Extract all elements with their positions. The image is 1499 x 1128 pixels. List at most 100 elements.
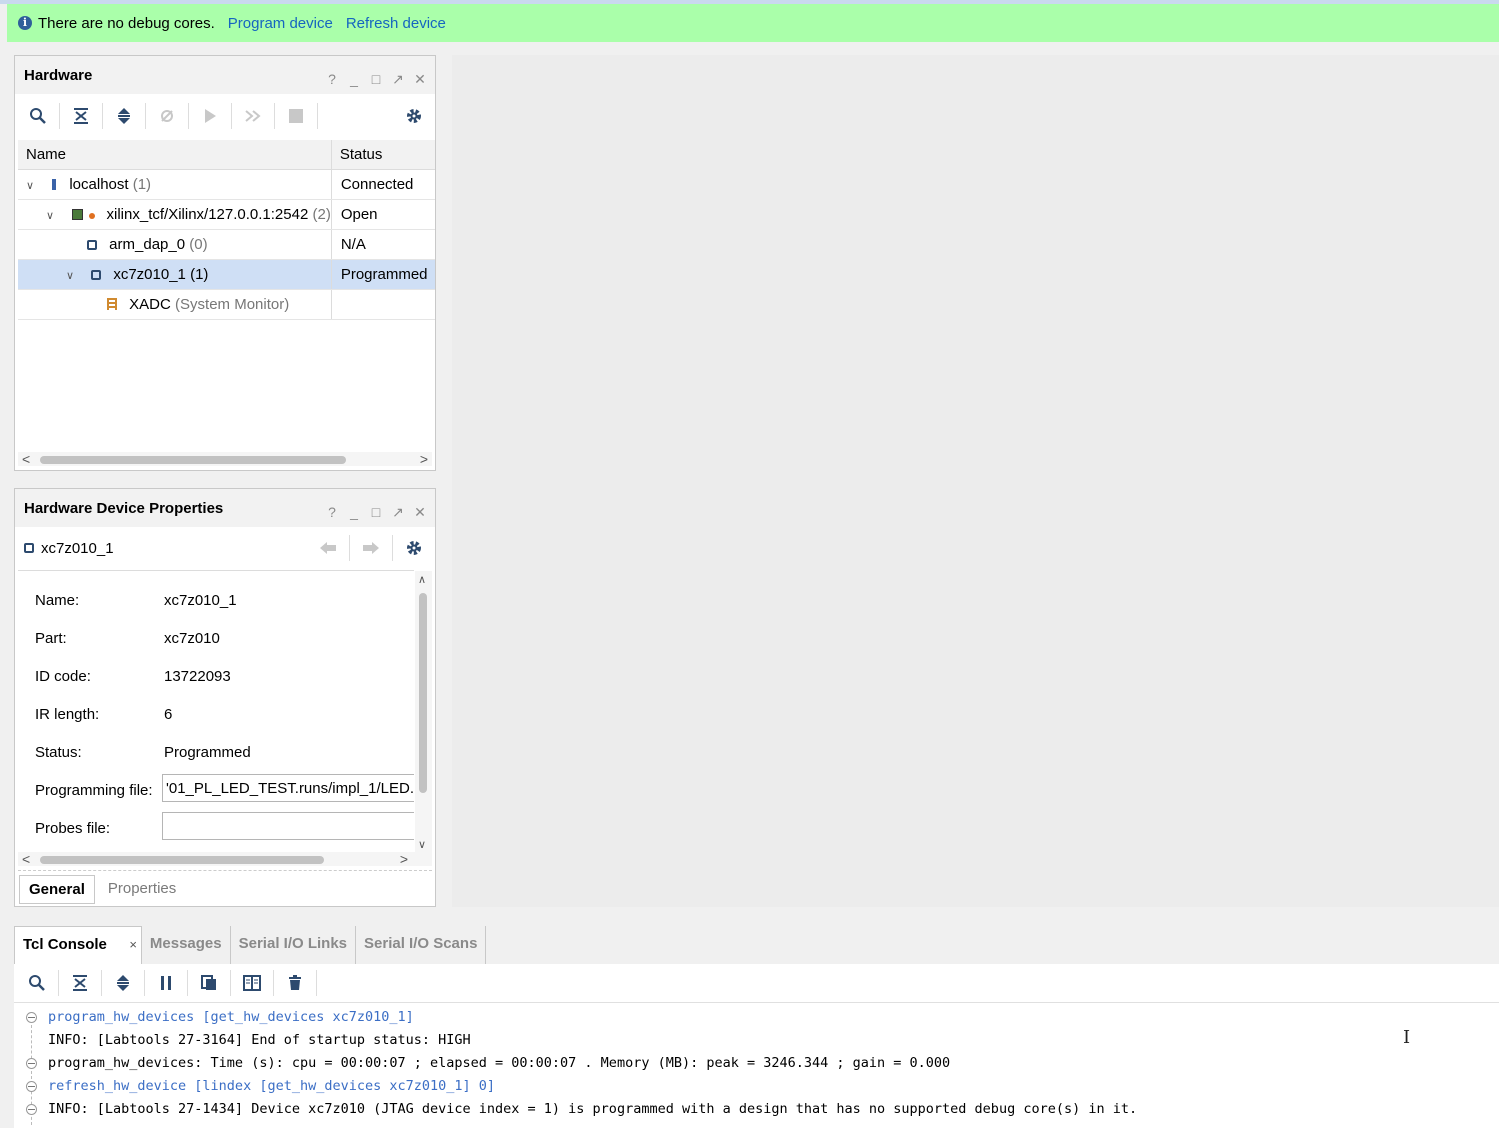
console-line: program_hw_devices [get_hw_devices xc7z0…: [48, 1009, 414, 1025]
collapse-all-icon[interactable]: [67, 970, 93, 996]
maximize-icon[interactable]: □: [369, 72, 383, 86]
tree-row-status: Programmed: [331, 259, 435, 290]
tab-properties[interactable]: Properties: [99, 875, 185, 904]
label-programming-file: Programming file:: [35, 782, 153, 799]
scroll-down-icon[interactable]: ∨: [418, 838, 426, 851]
expand-all-icon[interactable]: [110, 970, 136, 996]
search-icon[interactable]: [24, 970, 50, 996]
tree-row-status: [331, 289, 435, 320]
back-arrow-icon[interactable]: [315, 535, 341, 561]
properties-vertical-scrollbar[interactable]: ∧ ∨: [415, 571, 432, 853]
scroll-right-icon[interactable]: >: [420, 451, 428, 467]
run-trigger-icon[interactable]: [197, 103, 223, 129]
fold-toggle-icon[interactable]: [26, 1104, 37, 1115]
label-probes-file: Probes file:: [35, 820, 111, 837]
maximize-icon[interactable]: □: [369, 505, 383, 519]
expand-all-icon[interactable]: [111, 103, 137, 129]
copy-icon[interactable]: [196, 970, 222, 996]
refresh-device-link[interactable]: Refresh device: [346, 15, 446, 32]
float-icon[interactable]: ↗: [391, 505, 405, 519]
tree-row-label: localhost: [69, 176, 129, 193]
tree-row-count: (0): [189, 236, 208, 253]
tree-row-status: Open: [331, 199, 435, 230]
tree-row-arm-dap[interactable]: arm_dap_0 (0) N/A: [18, 229, 435, 260]
column-header-name[interactable]: Name: [18, 140, 332, 170]
tcl-console-output[interactable]: program_hw_devices [get_hw_devices xc7z0…: [14, 1003, 1499, 1128]
value-part: xc7z010: [164, 630, 220, 647]
tree-row-target[interactable]: ∨ xilinx_tcf/Xilinx/127.0.0.1:2542 (2) O…: [18, 199, 435, 230]
scrollbar-thumb[interactable]: [419, 593, 427, 793]
help-icon[interactable]: ?: [325, 505, 339, 519]
trash-icon[interactable]: [282, 970, 308, 996]
tree-row-count: (System Monitor): [175, 296, 290, 313]
settings-gear-icon[interactable]: [401, 535, 427, 561]
programming-file-field[interactable]: '01_PL_LED_TEST.runs/impl_1/LED.b: [162, 774, 414, 802]
program-device-link[interactable]: Program device: [228, 15, 333, 32]
label-name: Name:: [35, 592, 80, 609]
hardware-tree: Name Status ∨ localhost (1) Connected ∨ …: [18, 140, 435, 320]
banner-message: There are no debug cores.: [38, 14, 215, 32]
scrollbar-thumb[interactable]: [40, 856, 324, 864]
system-monitor-icon: [107, 298, 117, 310]
tree-row-count: (1): [132, 176, 152, 193]
columns-icon[interactable]: [239, 970, 265, 996]
minimize-icon[interactable]: _: [347, 72, 361, 86]
run-immediate-icon[interactable]: [240, 103, 266, 129]
float-icon[interactable]: ↗: [391, 72, 405, 86]
forward-arrow-icon[interactable]: [358, 535, 384, 561]
tab-tcl-console[interactable]: Tcl Console ×: [14, 926, 142, 964]
fold-toggle-icon[interactable]: [26, 1012, 37, 1023]
tab-serial-io-scans[interactable]: Serial I/O Scans: [356, 926, 487, 964]
tree-row-localhost[interactable]: ∨ localhost (1) Connected: [18, 169, 435, 200]
tree-row-xadc[interactable]: XADC (System Monitor): [18, 289, 435, 320]
panel-title: Hardware Device Properties: [24, 500, 224, 517]
close-icon[interactable]: ✕: [413, 72, 427, 86]
console-line: program_hw_devices: Time (s): cpu = 00:0…: [48, 1055, 951, 1071]
scroll-left-icon[interactable]: <: [22, 851, 30, 867]
minimize-icon[interactable]: _: [347, 505, 361, 519]
probes-file-field[interactable]: [162, 812, 414, 840]
fold-toggle-icon[interactable]: [26, 1081, 37, 1092]
tree-row-status: Connected: [331, 169, 435, 200]
search-icon[interactable]: [25, 103, 51, 129]
label-id-code: ID code:: [35, 668, 91, 685]
console-line: INFO: [Labtools 27-1434] Device xc7z010 …: [48, 1101, 1138, 1117]
value-ir-length: 6: [164, 706, 173, 723]
console-line: refresh_hw_device [lindex [get_hw_device…: [48, 1078, 496, 1094]
scroll-up-icon[interactable]: ∧: [418, 573, 426, 586]
tab-messages[interactable]: Messages: [142, 926, 231, 964]
close-icon[interactable]: ✕: [413, 505, 427, 519]
debug-cores-banner: i There are no debug cores. Program devi…: [7, 4, 1499, 42]
tree-row-count: (2): [312, 206, 331, 223]
help-icon[interactable]: ?: [325, 72, 339, 86]
stop-icon[interactable]: [283, 103, 309, 129]
tree-row-label: arm_dap_0: [109, 236, 186, 253]
properties-form: Name: xc7z010_1 Part: xc7z010 ID code: 1…: [18, 570, 414, 853]
close-tab-icon[interactable]: ×: [129, 927, 137, 963]
pause-icon[interactable]: [153, 970, 179, 996]
properties-horizontal-scrollbar[interactable]: < >: [18, 851, 432, 867]
tab-general[interactable]: General: [19, 875, 95, 904]
scroll-right-icon[interactable]: >: [400, 851, 408, 867]
console-tab-bar: Tcl Console × Messages Serial I/O Links …: [14, 926, 1499, 964]
tab-serial-io-links[interactable]: Serial I/O Links: [231, 926, 357, 964]
label-status: Status:: [35, 744, 82, 761]
scroll-left-icon[interactable]: <: [22, 451, 30, 467]
panel-title: Hardware: [24, 67, 93, 84]
chevron-down-icon[interactable]: ∨: [22, 179, 38, 192]
settings-gear-icon[interactable]: [401, 103, 427, 129]
hardware-horizontal-scrollbar[interactable]: < >: [18, 451, 432, 467]
tab-label: Tcl Console: [23, 936, 107, 953]
scrollbar-thumb[interactable]: [40, 456, 346, 464]
tree-header: Name Status: [18, 140, 435, 170]
fold-toggle-icon[interactable]: [26, 1058, 37, 1069]
tree-row-xc7z010[interactable]: ∨ xc7z010_1 (1) Programmed: [18, 259, 435, 290]
column-header-status[interactable]: Status: [331, 140, 435, 170]
console-line: INFO: [Labtools 27-3164] End of startup …: [48, 1032, 471, 1048]
collapse-all-icon[interactable]: [68, 103, 94, 129]
chevron-down-icon[interactable]: ∨: [62, 269, 78, 282]
plug-icon: [89, 213, 96, 219]
chevron-down-icon[interactable]: ∨: [42, 209, 58, 222]
properties-panel-header: Hardware Device Properties ? _ □ ↗ ✕: [15, 489, 435, 527]
auto-connect-icon[interactable]: [154, 103, 180, 129]
